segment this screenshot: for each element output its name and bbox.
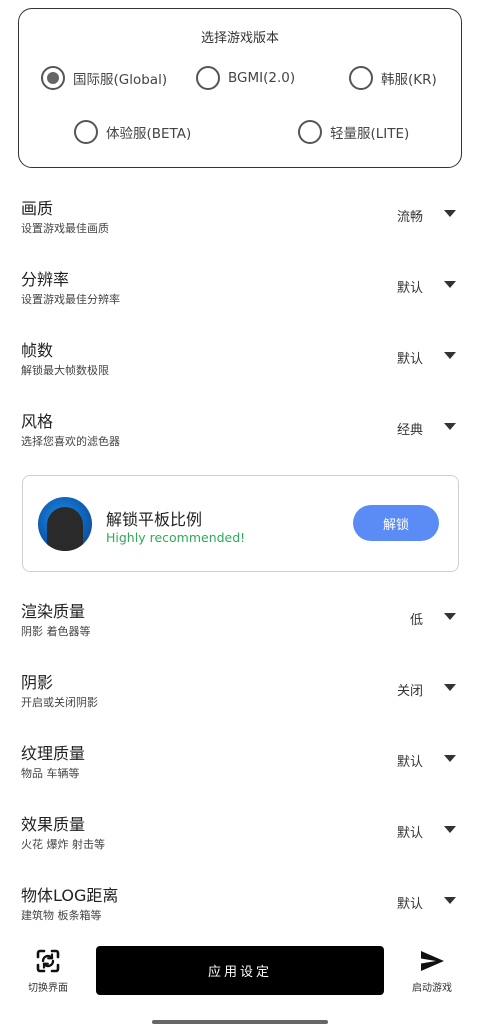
setting-title: 效果质量 [21,815,86,834]
setting-value: 默认 [396,826,423,841]
radio-beta[interactable]: 体验服(BETA) [74,120,191,144]
dropdown-arrow-icon[interactable] [444,755,456,762]
setting-value: 经典 [396,423,423,438]
dropdown-arrow-icon[interactable] [444,684,456,691]
setting-row-resolution[interactable]: 分辨率 设置游戏最佳分辨率 默认 [0,266,480,322]
dropdown-arrow-icon[interactable] [444,897,456,904]
setting-value: 关闭 [396,684,423,699]
setting-row-texture-quality[interactable]: 纹理质量 物品 车辆等 默认 [0,740,480,796]
dropdown-arrow-icon[interactable] [444,210,456,217]
switch-interface-label: 切换界面 [28,983,68,994]
version-selector-card: 选择游戏版本 国际服(Global) BGMI(2.0) 韩服(KR) 体验服(… [18,8,462,168]
home-indicator[interactable] [152,1020,328,1024]
setting-title: 分辨率 [21,270,70,289]
switch-interface-button[interactable]: 切换界面 [18,948,78,994]
radio-kr[interactable]: 韩服(KR) [349,66,437,90]
setting-title: 画质 [21,199,54,218]
unlock-button[interactable]: 解锁 [353,505,439,541]
radio-checked-icon [41,66,65,90]
send-icon [421,951,444,971]
launch-game-button[interactable]: 启动游戏 [402,948,462,994]
version-selector-title: 选择游戏版本 [200,31,279,46]
setting-subtitle: 设置游戏最佳画质 [21,222,109,235]
dropdown-arrow-icon[interactable] [444,613,456,620]
unlock-tablet-card: 解锁平板比例 Highly recommended! 解锁 [22,475,459,572]
setting-subtitle: 建筑物 板条箱等 [21,909,102,922]
setting-value: 默认 [396,352,423,367]
dropdown-arrow-icon[interactable] [444,423,456,430]
apply-settings-button[interactable]: 应用设定 [96,946,384,995]
setting-row-effect-quality[interactable]: 效果质量 火花 爆炸 射击等 默认 [0,811,480,867]
radio-unchecked-icon [74,120,98,144]
radio-unchecked-icon [298,120,322,144]
radio-global-label: 国际服(Global) [73,72,168,88]
radio-unchecked-icon [349,66,373,90]
avatar [38,497,92,551]
launch-game-label: 启动游戏 [412,983,452,994]
radio-bgmi-label: BGMI(2.0) [228,70,296,86]
setting-value: 默认 [396,755,423,770]
dropdown-arrow-icon[interactable] [444,352,456,359]
setting-title: 帧数 [21,341,54,360]
unlock-card-title: 解锁平板比例 [106,510,203,529]
setting-title: 风格 [21,412,54,431]
dropdown-arrow-icon[interactable] [444,826,456,833]
radio-bgmi[interactable]: BGMI(2.0) [196,66,295,90]
radio-lite[interactable]: 轻量服(LITE) [298,120,409,144]
setting-subtitle: 开启或关闭阴影 [21,696,98,709]
setting-subtitle: 火花 爆炸 射击等 [21,838,105,851]
setting-title: 物体LOG距离 [21,886,119,905]
setting-subtitle: 设置游戏最佳分辨率 [21,293,120,306]
dropdown-arrow-icon[interactable] [444,281,456,288]
setting-row-fps[interactable]: 帧数 解锁最大帧数极限 默认 [0,337,480,393]
setting-row-quality[interactable]: 画质 设置游戏最佳画质 流畅 [0,195,480,251]
setting-title: 阴影 [21,673,54,692]
switch-interface-icon [36,949,60,973]
radio-lite-label: 轻量服(LITE) [330,126,410,142]
setting-subtitle: 物品 车辆等 [21,767,80,780]
setting-row-shadow[interactable]: 阴影 开启或关闭阴影 关闭 [0,669,480,725]
setting-value: 默认 [396,897,423,912]
setting-title: 渲染质量 [21,602,86,621]
unlock-card-subtitle: Highly recommended! [106,530,246,545]
setting-row-render-quality[interactable]: 渲染质量 阴影 着色器等 低 [0,598,480,654]
setting-row-style[interactable]: 风格 选择您喜欢的滤色器 经典 [0,408,480,464]
setting-subtitle: 解锁最大帧数极限 [21,364,109,377]
setting-value: 默认 [396,281,423,296]
radio-unchecked-icon [196,66,220,90]
setting-subtitle: 阴影 着色器等 [21,625,91,638]
radio-beta-label: 体验服(BETA) [106,126,192,142]
setting-subtitle: 选择您喜欢的滤色器 [21,435,120,448]
setting-value: 流畅 [396,210,423,225]
setting-value: 低 [409,613,423,628]
radio-global[interactable]: 国际服(Global) [41,66,167,90]
setting-row-object-lod[interactable]: 物体LOG距离 建筑物 板条箱等 默认 [0,882,480,938]
radio-kr-label: 韩服(KR) [381,72,437,88]
setting-title: 纹理质量 [21,744,86,763]
